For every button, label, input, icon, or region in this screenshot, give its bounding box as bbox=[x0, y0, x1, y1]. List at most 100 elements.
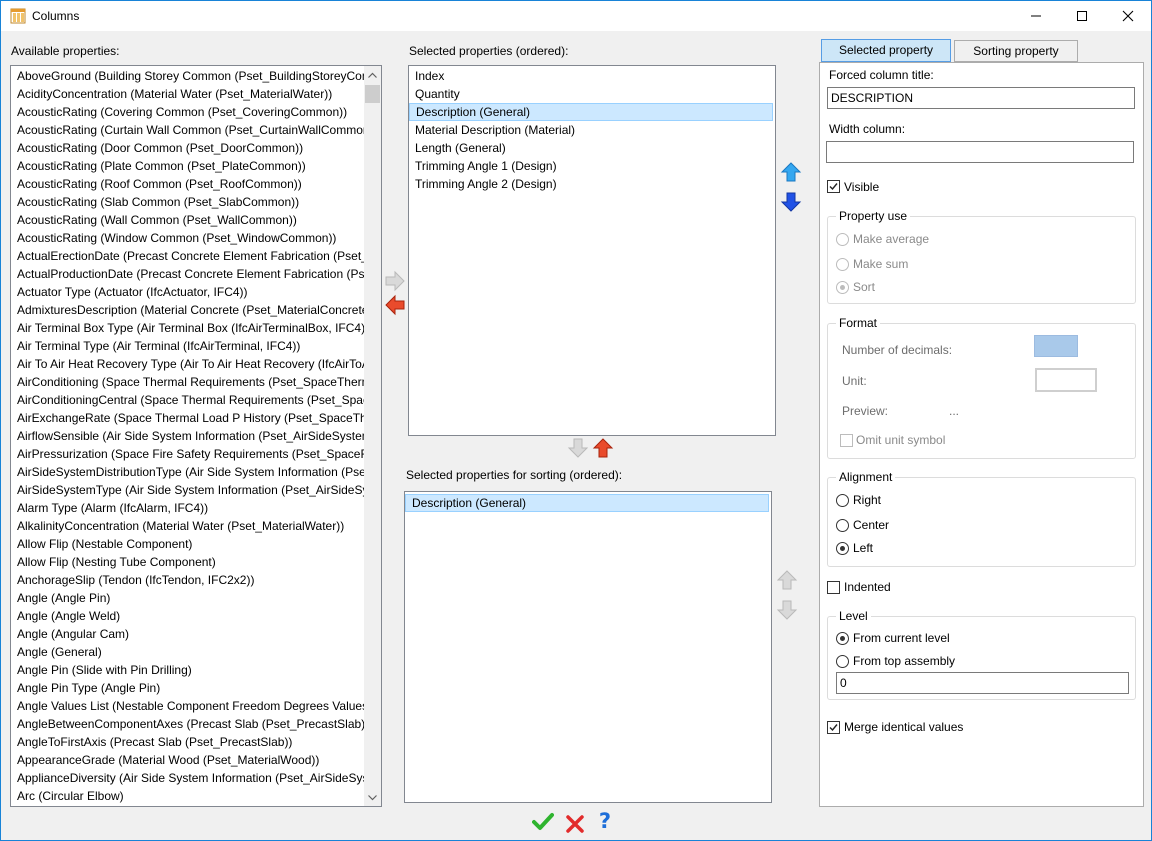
tab-sorting-property[interactable]: Sorting property bbox=[954, 40, 1078, 62]
available-property-item[interactable]: Angle Values List (Nestable Component Fr… bbox=[11, 697, 365, 715]
available-property-item[interactable]: ApplianceDiversity (Air Side System Info… bbox=[11, 769, 365, 787]
available-property-item[interactable]: ActualErectionDate (Precast Concrete Ele… bbox=[11, 247, 365, 265]
omit-unit-label: Omit unit symbol bbox=[856, 433, 946, 447]
from-current-level-radio[interactable] bbox=[836, 632, 849, 645]
scroll-down-button[interactable] bbox=[364, 789, 381, 806]
available-property-item[interactable]: Angle (General) bbox=[11, 643, 365, 661]
sorting-property-item[interactable]: Description (General) bbox=[405, 494, 769, 512]
move-up-blue-icon[interactable] bbox=[780, 161, 802, 183]
available-property-item[interactable]: Angle (Angular Cam) bbox=[11, 625, 365, 643]
make-sum-radio[interactable] bbox=[836, 258, 849, 271]
available-property-item[interactable]: AngleBetweenComponentAxes (Precast Slab … bbox=[11, 715, 365, 733]
selected-property-item[interactable]: Trimming Angle 1 (Design) bbox=[409, 157, 773, 175]
available-scrollbar[interactable] bbox=[364, 66, 381, 806]
level-value-input[interactable]: 0 bbox=[836, 672, 1129, 694]
available-property-item[interactable]: AppearanceGrade (Material Wood (Pset_Mat… bbox=[11, 751, 365, 769]
align-left-label: Left bbox=[853, 541, 874, 555]
level-title: Level bbox=[836, 609, 871, 623]
available-property-item[interactable]: AlkalinityConcentration (Material Water … bbox=[11, 517, 365, 535]
available-property-item[interactable]: AcousticRating (Door Common (Pset_DoorCo… bbox=[11, 139, 365, 157]
move-down-blue-icon[interactable] bbox=[780, 191, 802, 213]
close-button[interactable] bbox=[1105, 1, 1151, 31]
selected-properties-list[interactable]: Index Quantity Description (General) Materi… bbox=[408, 65, 776, 436]
unit-select[interactable] bbox=[1035, 368, 1097, 392]
tab-selected-property[interactable]: Selected property bbox=[821, 39, 951, 62]
sort-radio[interactable] bbox=[836, 281, 849, 294]
available-property-item[interactable]: ActualProductionDate (Precast Concrete E… bbox=[11, 265, 365, 283]
sorting-properties-list[interactable]: Description (General) bbox=[404, 491, 772, 803]
available-property-item[interactable]: AirSideSystemType (Air Side System Infor… bbox=[11, 481, 365, 499]
remove-arrow-icon[interactable] bbox=[384, 294, 406, 316]
question-icon[interactable]: ? bbox=[594, 810, 616, 832]
available-property-item[interactable]: Actuator Type (Actuator (IfcActuator, IF… bbox=[11, 283, 365, 301]
available-property-item[interactable]: AirflowSensible (Air Side System Informa… bbox=[11, 427, 365, 445]
width-column-input[interactable] bbox=[826, 141, 1134, 163]
available-property-item[interactable]: Air Terminal Box Type (Air Terminal Box … bbox=[11, 319, 365, 337]
x-icon[interactable] bbox=[564, 813, 586, 835]
minimize-button[interactable] bbox=[1013, 1, 1059, 31]
available-property-item[interactable]: AdmixturesDescription (Material Concrete… bbox=[11, 301, 365, 319]
selected-property-item[interactable]: Length (General) bbox=[409, 139, 773, 157]
remove-from-sorting-icon[interactable] bbox=[592, 437, 614, 459]
available-property-item[interactable]: AcousticRating (Window Common (Pset_Wind… bbox=[11, 229, 365, 247]
indented-checkbox[interactable] bbox=[827, 581, 840, 594]
selected-properties-label: Selected properties (ordered): bbox=[409, 44, 569, 58]
align-center-radio[interactable] bbox=[836, 519, 849, 532]
add-arrow-icon[interactable] bbox=[384, 270, 406, 292]
make-sum-label: Make sum bbox=[853, 257, 909, 271]
chevron-up-icon bbox=[368, 72, 377, 78]
available-property-item[interactable]: Angle Pin Type (Angle Pin) bbox=[11, 679, 365, 697]
scroll-up-button[interactable] bbox=[364, 66, 381, 83]
selected-property-item[interactable]: Index bbox=[409, 67, 773, 85]
selected-property-item[interactable]: Trimming Angle 2 (Design) bbox=[409, 175, 773, 193]
make-average-radio[interactable] bbox=[836, 233, 849, 246]
available-property-item[interactable]: AirExchangeRate (Space Thermal Load P Hi… bbox=[11, 409, 365, 427]
available-property-item[interactable]: Air Terminal Type (Air Terminal (IfcAirT… bbox=[11, 337, 365, 355]
available-property-item[interactable]: AcousticRating (Covering Common (Pset_Co… bbox=[11, 103, 365, 121]
checkmark-small-icon bbox=[829, 183, 838, 191]
forced-title-input[interactable]: DESCRIPTION bbox=[827, 87, 1135, 109]
selected-property-item[interactable]: Material Description (Material) bbox=[409, 121, 773, 139]
available-property-item[interactable]: AcousticRating (Roof Common (Pset_RoofCo… bbox=[11, 175, 365, 193]
merge-identical-label: Merge identical values bbox=[844, 720, 964, 734]
available-property-item[interactable]: Angle (Angle Pin) bbox=[11, 589, 365, 607]
merge-identical-checkbox[interactable] bbox=[827, 721, 840, 734]
from-top-assembly-radio[interactable] bbox=[836, 655, 849, 668]
available-property-item[interactable]: AirConditioningCentral (Space Thermal Re… bbox=[11, 391, 365, 409]
maximize-button[interactable] bbox=[1059, 1, 1105, 31]
available-property-item[interactable]: Angle (Angle Weld) bbox=[11, 607, 365, 625]
move-to-sorting-icon[interactable] bbox=[567, 437, 589, 459]
visible-checkbox[interactable] bbox=[827, 180, 840, 193]
available-property-item[interactable]: Allow Flip (Nestable Component) bbox=[11, 535, 365, 553]
from-top-assembly-label: From top assembly bbox=[853, 654, 956, 668]
available-property-item[interactable]: AirPressurization (Space Fire Safety Req… bbox=[11, 445, 365, 463]
available-property-item[interactable]: AcousticRating (Plate Common (Pset_Plate… bbox=[11, 157, 365, 175]
available-property-item[interactable]: AcousticRating (Curtain Wall Common (Pse… bbox=[11, 121, 365, 139]
available-property-item[interactable]: AnchorageSlip (Tendon (IfcTendon, IFC2x2… bbox=[11, 571, 365, 589]
align-right-radio[interactable] bbox=[836, 494, 849, 507]
align-left-radio[interactable] bbox=[836, 542, 849, 555]
available-property-item[interactable]: Air To Air Heat Recovery Type (Air To Ai… bbox=[11, 355, 365, 373]
available-property-item[interactable]: Allow Flip (Nesting Tube Component) bbox=[11, 553, 365, 571]
available-property-item[interactable]: AcidityConcentration (Material Water (Ps… bbox=[11, 85, 365, 103]
sort-move-down-icon[interactable] bbox=[776, 599, 798, 621]
make-average-label: Make average bbox=[853, 232, 930, 246]
selected-property-item[interactable]: Description (General) bbox=[409, 103, 773, 121]
sort-move-up-icon[interactable] bbox=[776, 569, 798, 591]
checkmark-icon[interactable] bbox=[532, 811, 554, 833]
available-property-item[interactable]: AngleToFirstAxis (Precast Slab (Pset_Pre… bbox=[11, 733, 365, 751]
available-property-item[interactable]: AirSideSystemDistributionType (Air Side … bbox=[11, 463, 365, 481]
scroll-thumb[interactable] bbox=[365, 85, 380, 103]
available-properties-list[interactable]: AboveGround (Building Storey Common (Pse… bbox=[10, 65, 382, 807]
omit-unit-checkbox[interactable] bbox=[840, 434, 853, 447]
available-property-item[interactable]: Angle Pin (Slide with Pin Drilling) bbox=[11, 661, 365, 679]
available-property-item[interactable]: AboveGround (Building Storey Common (Pse… bbox=[11, 67, 365, 85]
available-property-item[interactable]: AcousticRating (Wall Common (Pset_WallCo… bbox=[11, 211, 365, 229]
selected-property-item[interactable]: Quantity bbox=[409, 85, 773, 103]
available-property-item[interactable]: AcousticRating (Slab Common (Pset_SlabCo… bbox=[11, 193, 365, 211]
available-property-item[interactable]: Arc (Circular Elbow) bbox=[11, 787, 365, 805]
available-property-item[interactable]: Alarm Type (Alarm (IfcAlarm, IFC4)) bbox=[11, 499, 365, 517]
format-title: Format bbox=[836, 316, 881, 330]
decimals-spinner[interactable] bbox=[1034, 335, 1078, 357]
available-property-item[interactable]: AirConditioning (Space Thermal Requireme… bbox=[11, 373, 365, 391]
